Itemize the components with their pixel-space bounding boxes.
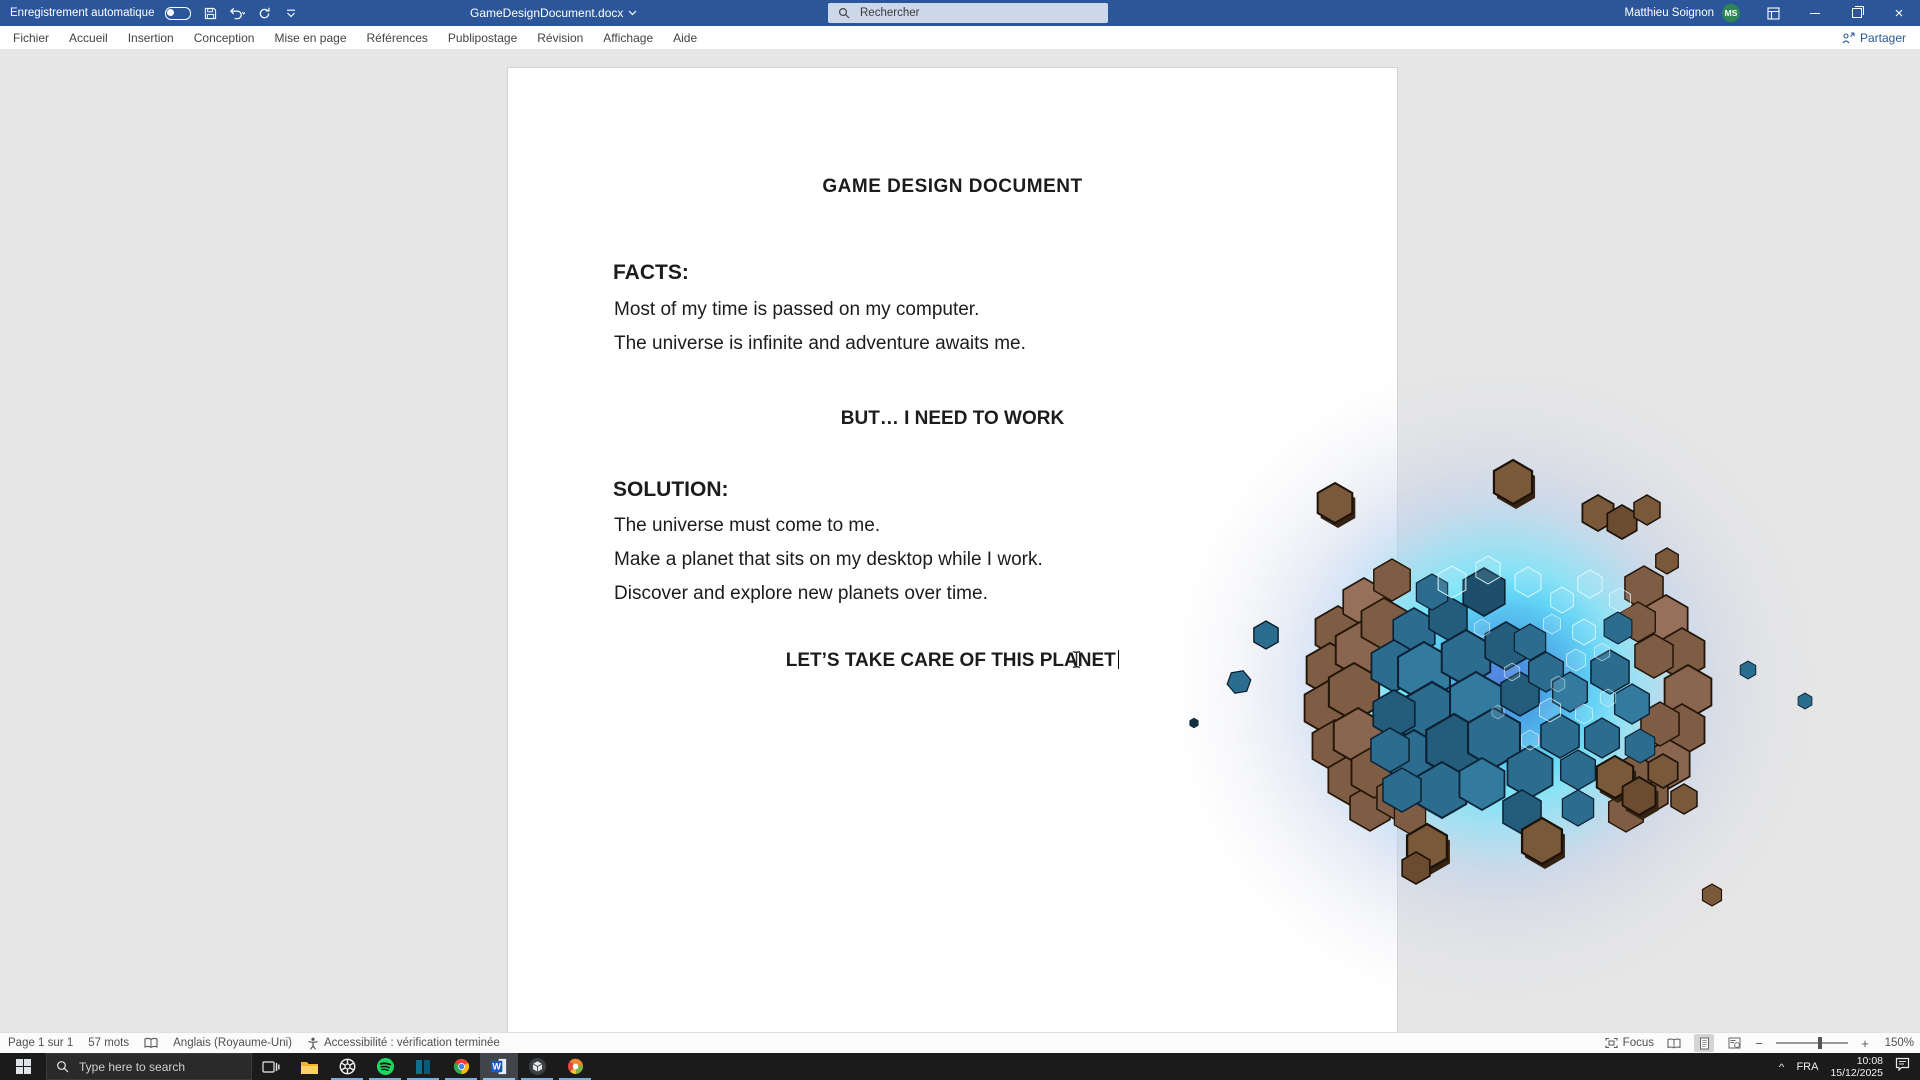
focus-button[interactable]: Focus <box>1605 1037 1654 1049</box>
chrome-button[interactable] <box>442 1053 480 1080</box>
notification-icon <box>1895 1057 1910 1071</box>
svg-text:W: W <box>492 1062 501 1072</box>
unity-button[interactable] <box>518 1053 556 1080</box>
ribbon-tab-bar: Fichier Accueil Insertion Conception Mis… <box>0 26 1920 49</box>
action-center-button[interactable] <box>1895 1057 1910 1076</box>
accessibility-status[interactable]: Accessibilité : vérification terminée <box>307 1037 500 1050</box>
search-input[interactable] <box>858 6 1082 20</box>
file-explorer-icon <box>300 1059 319 1075</box>
tab-publipostage[interactable]: Publipostage <box>438 26 527 49</box>
undo-icon[interactable] <box>229 4 245 22</box>
share-button[interactable]: Partager <box>1842 26 1906 49</box>
teal-app-button[interactable] <box>404 1053 442 1080</box>
search-box[interactable] <box>828 3 1108 23</box>
text-caret <box>1118 650 1120 669</box>
language-indicator[interactable]: Anglais (Royaume-Uni) <box>173 1037 292 1049</box>
tab-affichage[interactable]: Affichage <box>593 26 663 49</box>
facts-line-2[interactable]: The universe is infinite and adventure a… <box>614 333 1026 355</box>
web-layout-button[interactable] <box>1724 1034 1744 1052</box>
tab-mise-en-page[interactable]: Mise en page <box>264 26 356 49</box>
teal-app-icon <box>414 1058 432 1076</box>
word-button[interactable]: W <box>480 1053 518 1080</box>
autosave-label: Enregistrement automatique <box>10 7 154 19</box>
status-bar: Page 1 sur 1 57 mots Anglais (Royaume-Un… <box>0 1032 1920 1053</box>
spotify-button[interactable] <box>366 1053 404 1080</box>
tab-fichier[interactable]: Fichier <box>0 26 59 49</box>
tray-clock[interactable]: 10:08 15/12/2025 <box>1830 1055 1883 1079</box>
zoom-slider-thumb[interactable] <box>1818 1037 1822 1049</box>
solution-heading[interactable]: SOLUTION: <box>613 478 729 502</box>
search-icon <box>56 1060 69 1073</box>
solution-line-1[interactable]: The universe must come to me. <box>614 515 880 537</box>
chatgpt-icon <box>338 1057 357 1076</box>
word-count[interactable]: 57 mots <box>88 1037 129 1049</box>
page-indicator[interactable]: Page 1 sur 1 <box>8 1037 73 1049</box>
proofing-icon[interactable] <box>144 1037 158 1049</box>
task-view-icon <box>262 1059 280 1075</box>
tray-date: 15/12/2025 <box>1830 1067 1883 1079</box>
zoom-level[interactable]: 150% <box>1880 1037 1914 1049</box>
close-button[interactable]: × <box>1878 0 1920 26</box>
tab-insertion[interactable]: Insertion <box>118 26 184 49</box>
solution-line-3[interactable]: Discover and explore new planets over ti… <box>614 583 988 605</box>
facts-heading[interactable]: FACTS: <box>613 261 689 285</box>
browser-button[interactable] <box>556 1053 594 1080</box>
taskbar-search[interactable] <box>46 1053 252 1080</box>
windows-logo-icon <box>16 1059 31 1074</box>
quick-access-customize-icon[interactable] <box>283 4 299 22</box>
tab-conception[interactable]: Conception <box>184 26 265 49</box>
user-name[interactable]: Matthieu Soignon <box>1624 7 1714 19</box>
avatar[interactable]: MS <box>1722 4 1740 22</box>
facts-line-1[interactable]: Most of my time is passed on my computer… <box>614 299 979 321</box>
taskbar-search-input[interactable] <box>77 1059 231 1075</box>
restore-button[interactable] <box>1836 0 1878 26</box>
share-icon <box>1842 32 1855 44</box>
zoom-out-button[interactable]: − <box>1754 1036 1764 1051</box>
tab-references[interactable]: Références <box>357 26 438 49</box>
chrome-icon <box>452 1057 471 1076</box>
task-view-button[interactable] <box>252 1053 290 1080</box>
document-area: GAME DESIGN DOCUMENT FACTS: Most of my t… <box>0 49 1920 1032</box>
spotify-icon <box>376 1057 395 1076</box>
solution-line-2[interactable]: Make a planet that sits on my desktop wh… <box>614 549 1043 571</box>
minimize-button[interactable] <box>1794 0 1836 26</box>
browser-icon <box>566 1057 585 1076</box>
doc-heading[interactable]: GAME DESIGN DOCUMENT <box>508 176 1397 198</box>
tab-aide[interactable]: Aide <box>663 26 707 49</box>
tray-time: 10:08 <box>1830 1055 1883 1067</box>
tab-revision[interactable]: Révision <box>527 26 593 49</box>
zoom-in-button[interactable]: + <box>1860 1036 1870 1051</box>
save-icon[interactable] <box>202 4 218 22</box>
accessibility-icon <box>307 1037 319 1050</box>
chevron-down-icon <box>628 10 637 16</box>
desktop-planet-widget[interactable] <box>1130 340 1870 1020</box>
zoom-slider[interactable] <box>1776 1042 1848 1044</box>
title-bar: Enregistrement automatique GameDesignDoc… <box>0 0 1920 26</box>
chatgpt-button[interactable] <box>328 1053 366 1080</box>
document-title[interactable]: GameDesignDocument.docx <box>470 0 637 26</box>
ibeam-cursor <box>1071 650 1082 674</box>
toggle-knob <box>167 9 174 16</box>
ribbon-display-options-button[interactable] <box>1752 0 1794 26</box>
redo-icon[interactable] <box>256 4 272 22</box>
print-layout-button[interactable] <box>1694 1034 1714 1052</box>
word-icon: W <box>490 1057 509 1076</box>
read-mode-button[interactable] <box>1664 1034 1684 1052</box>
start-button[interactable] <box>0 1053 46 1080</box>
tab-accueil[interactable]: Accueil <box>59 26 118 49</box>
search-icon <box>838 7 850 19</box>
tray-language[interactable]: FRA <box>1796 1061 1818 1073</box>
unity-icon <box>528 1057 547 1076</box>
tray-expand-chevron[interactable]: ^ <box>1779 1061 1785 1072</box>
taskbar: W ^ FRA 10:08 15/12/2025 <box>0 1053 1920 1080</box>
focus-icon <box>1605 1037 1618 1049</box>
autosave-toggle[interactable] <box>165 7 191 20</box>
file-explorer-button[interactable] <box>290 1053 328 1080</box>
